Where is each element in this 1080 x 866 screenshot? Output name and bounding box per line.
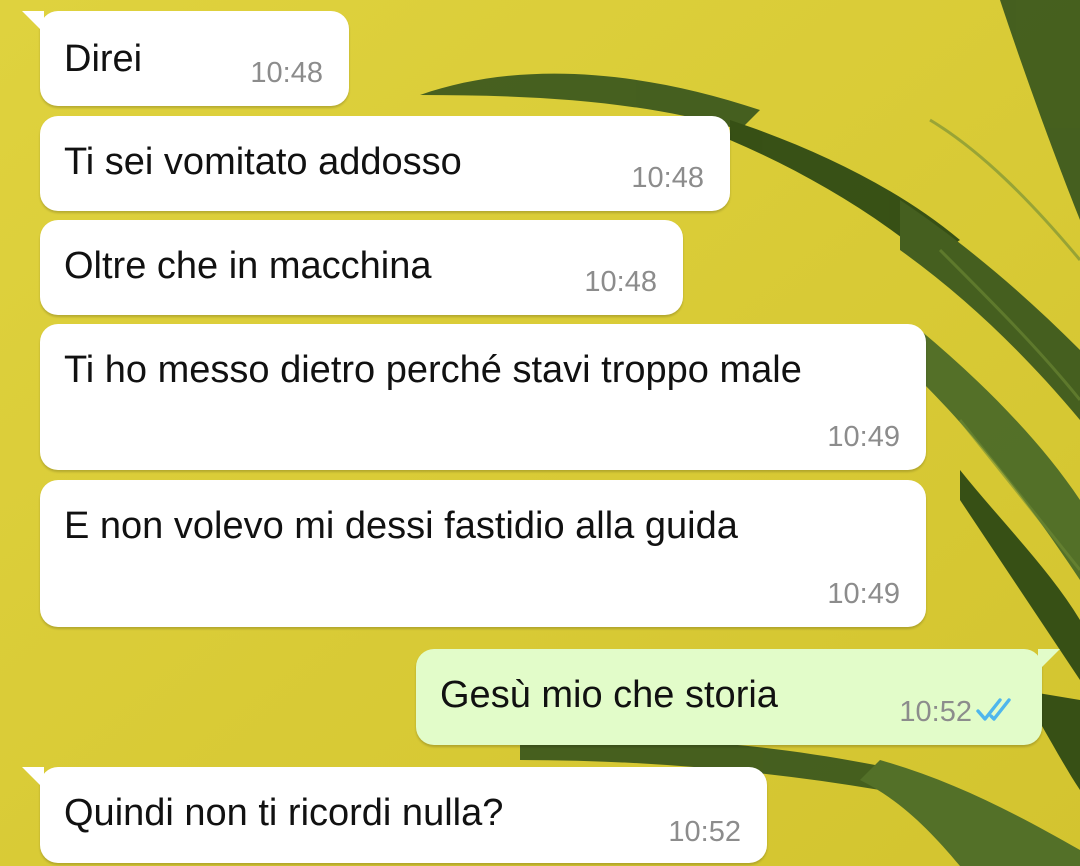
- bubble-tail: [1038, 649, 1060, 671]
- bubble-tail: [22, 767, 44, 789]
- message-bubble-incoming[interactable]: Ti sei vomitato addosso 10:48: [40, 116, 730, 211]
- message-text: Direi: [64, 38, 143, 80]
- message-text: Oltre che in macchina: [64, 245, 432, 287]
- message-text: Quindi non ti ricordi nulla?: [64, 792, 504, 834]
- message-timestamp: 10:52: [899, 696, 972, 728]
- bubble-tail: [22, 11, 44, 33]
- message-timestamp: 10:48: [584, 266, 657, 298]
- message-bubble-incoming[interactable]: Oltre che in macchina 10:48: [40, 220, 683, 315]
- message-text: Ti sei vomitato addosso: [64, 141, 462, 183]
- message-timestamp: 10:48: [250, 57, 323, 89]
- double-check-icon: [976, 698, 1011, 721]
- message-bubble-incoming[interactable]: Direi 10:48: [22, 11, 349, 106]
- message-text: E non volevo mi dessi fastidio alla guid…: [64, 505, 738, 547]
- message-bubble-incoming[interactable]: Quindi non ti ricordi nulla? 10:52: [22, 767, 767, 863]
- message-timestamp: 10:52: [668, 816, 741, 848]
- message-bubble-outgoing[interactable]: Gesù mio che storia 10:52: [416, 649, 1060, 745]
- message-timestamp: 10:49: [827, 578, 900, 610]
- message-timestamp: 10:49: [827, 421, 900, 453]
- message-bubble-incoming[interactable]: E non volevo mi dessi fastidio alla guid…: [40, 480, 926, 627]
- message-bubble-incoming[interactable]: Ti ho messo dietro perché stavi troppo m…: [40, 324, 926, 470]
- message-text: Gesù mio che storia: [440, 674, 778, 716]
- message-text: Ti ho messo dietro perché stavi troppo m…: [64, 349, 802, 391]
- message-timestamp: 10:48: [631, 162, 704, 194]
